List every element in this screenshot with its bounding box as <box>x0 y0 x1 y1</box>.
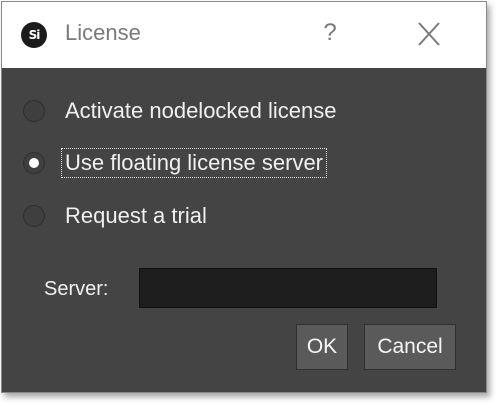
license-dialog: Si License ? Activate nodelocked license… <box>1 1 487 393</box>
option-label-floating-license-server[interactable]: Use floating license server <box>60 148 328 178</box>
window-title: License <box>65 20 141 45</box>
title-bar[interactable]: Si License ? <box>2 2 486 68</box>
server-input[interactable] <box>139 268 437 308</box>
app-logo-text: Si <box>28 28 41 42</box>
cancel-button[interactable]: Cancel <box>364 324 456 370</box>
radio-request-trial[interactable] <box>23 205 45 227</box>
close-icon <box>418 22 440 46</box>
radio-floating-license-server[interactable] <box>23 152 45 174</box>
ok-button[interactable]: OK <box>296 324 348 370</box>
server-label: Server: <box>44 278 109 300</box>
radio-activate-nodelocked[interactable] <box>23 100 45 122</box>
option-label-request-trial[interactable]: Request a trial <box>63 203 209 229</box>
app-logo-icon: Si <box>21 22 47 48</box>
option-label-activate-nodelocked[interactable]: Activate nodelocked license <box>63 98 339 124</box>
help-button[interactable]: ? <box>318 16 342 50</box>
close-button[interactable] <box>412 20 446 50</box>
